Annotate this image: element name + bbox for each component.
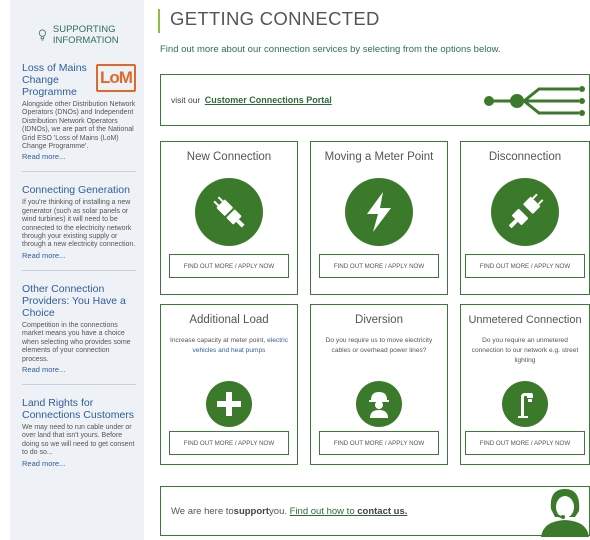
support-prefix: We are here to xyxy=(171,505,234,517)
find-out-more-button[interactable]: FIND OUT MORE / APPLY NOW xyxy=(169,254,289,278)
card-disconnection[interactable]: Disconnection FIND OUT MORE / APPLY NOW xyxy=(460,141,590,295)
support-mid: you. xyxy=(269,505,287,517)
sidebar-item-body: Alongside other Distribution Network Ope… xyxy=(22,101,136,151)
plug-icon xyxy=(195,178,263,246)
portal-banner[interactable]: visit our Customer Connections Portal xyxy=(160,74,590,126)
sidebar-item-body: If you're thinking of installing a new g… xyxy=(22,199,136,249)
find-out-more-button[interactable]: FIND OUT MORE / APPLY NOW xyxy=(319,254,439,278)
circuit-icon xyxy=(484,86,585,116)
supporting-info-header: SUPPORTING INFORMATION xyxy=(22,0,136,62)
find-out-more-button[interactable]: FIND OUT MORE / APPLY NOW xyxy=(169,431,289,455)
card-title: Additional Load xyxy=(189,314,269,326)
sidebar-item-title[interactable]: Loss of Mains Change Programme xyxy=(22,62,92,98)
sidebar-item-generation[interactable]: Connecting Generation If you're thinking… xyxy=(22,184,136,271)
page-title: GETTING CONNECTED xyxy=(158,9,380,33)
support-agent-icon xyxy=(541,489,589,537)
worker-icon xyxy=(356,381,402,427)
sidebar-item-title[interactable]: Connecting Generation xyxy=(22,184,136,196)
card-description: Increase capacity at meter point, electr… xyxy=(169,336,289,356)
supporting-info-title: SUPPORTING INFORMATION xyxy=(52,24,119,46)
sidebar-item-body: Competition in the connections market me… xyxy=(22,321,131,363)
support-banner[interactable]: We are here to support you. Find out how… xyxy=(160,486,590,537)
card-title: Diversion xyxy=(355,314,403,326)
support-bulb-icon xyxy=(38,29,46,41)
contact-link-pre[interactable]: Find out how to xyxy=(290,506,358,517)
card-moving-meter-point[interactable]: Moving a Meter Point FIND OUT MORE / APP… xyxy=(310,141,448,295)
support-bold: support xyxy=(233,505,270,517)
contact-us-link[interactable]: Find out how to contact us. xyxy=(290,506,408,517)
read-more-link[interactable]: Read more... xyxy=(22,459,136,468)
lom-logo-text: LoM xyxy=(100,68,133,87)
contact-link-bold[interactable]: contact us. xyxy=(357,506,407,517)
sidebar-item-title[interactable]: Other Connection Providers: You Have a C… xyxy=(22,283,136,319)
read-more-link[interactable]: Read more... xyxy=(22,365,136,374)
sidebar-item-land-rights[interactable]: Land Rights for Connections Customers We… xyxy=(22,397,136,478)
card-title: Disconnection xyxy=(488,151,562,163)
card-additional-load[interactable]: Additional Load Increase capacity at met… xyxy=(160,304,298,465)
street-light-icon xyxy=(502,381,548,427)
lightning-icon xyxy=(345,178,413,246)
lom-logo: LoM xyxy=(96,64,136,92)
read-more-link[interactable]: Read more... xyxy=(22,251,136,260)
card-title: Unmetered Connection xyxy=(468,314,582,326)
unplug-icon xyxy=(491,178,559,246)
sidebar: SUPPORTING INFORMATION Loss of Mains Cha… xyxy=(10,0,144,540)
sidebar-item-title[interactable]: Land Rights for Connections Customers xyxy=(22,397,136,421)
portal-prefix: visit our xyxy=(171,95,201,105)
intro-text: Find out more about our connection servi… xyxy=(160,44,501,55)
portal-link[interactable]: Customer Connections Portal xyxy=(205,95,332,105)
plus-icon xyxy=(206,381,252,427)
card-description: Do you require us to move electricity ca… xyxy=(325,337,433,354)
sidebar-item-other-providers[interactable]: Other Connection Providers: You Have a C… xyxy=(22,283,136,385)
card-description: Do you require an unmetered connection t… xyxy=(471,337,579,364)
card-title: Moving a Meter Point xyxy=(324,151,434,163)
sidebar-item-body: We may need to run cable under or over l… xyxy=(22,423,135,457)
card-desc-text: Increase capacity at meter point, xyxy=(169,337,268,344)
find-out-more-button[interactable]: FIND OUT MORE / APPLY NOW xyxy=(465,254,585,278)
card-title: New Connection xyxy=(186,151,272,163)
find-out-more-button[interactable]: FIND OUT MORE / APPLY NOW xyxy=(319,431,439,455)
card-new-connection[interactable]: New Connection FIND OUT MORE / APPLY NOW xyxy=(160,141,298,295)
card-unmetered-connection[interactable]: Unmetered Connection Do you require an u… xyxy=(460,304,590,465)
card-diversion[interactable]: Diversion Do you require us to move elec… xyxy=(310,304,448,465)
find-out-more-button[interactable]: FIND OUT MORE / APPLY NOW xyxy=(465,431,585,455)
sidebar-item-lom[interactable]: Loss of Mains Change Programme LoM Along… xyxy=(22,62,136,173)
read-more-link[interactable]: Read more... xyxy=(22,152,136,161)
